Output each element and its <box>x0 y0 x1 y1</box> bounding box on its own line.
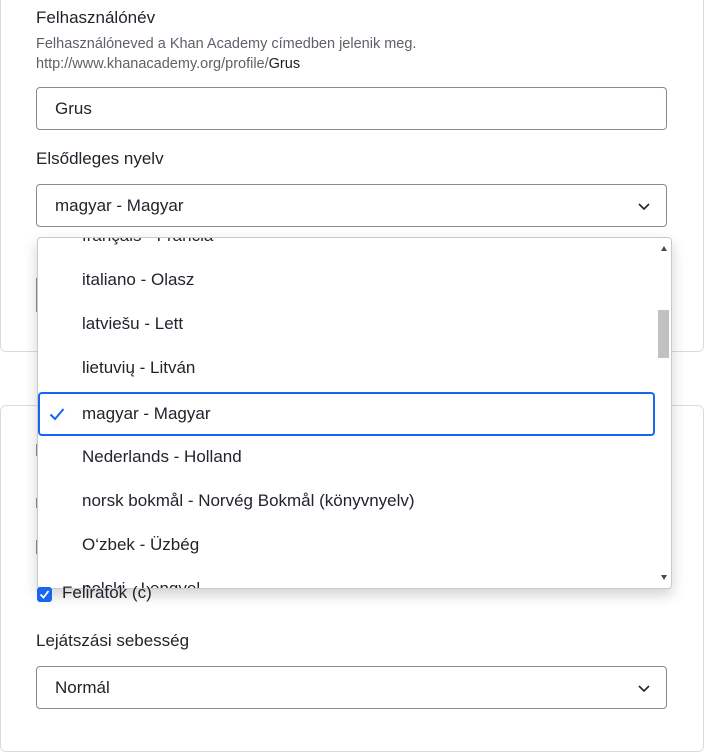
username-hint-text: Felhasználóneved a Khan Academy címedben… <box>36 36 417 52</box>
scroll-down-arrow-icon[interactable] <box>661 575 667 580</box>
language-option[interactable]: lietuvių - Litván <box>38 346 655 390</box>
username-input[interactable]: Grus <box>36 87 667 130</box>
language-dropdown-list[interactable]: français - Francia italiano - Olasz latv… <box>37 237 672 589</box>
language-option[interactable]: norsk bokmål - Norvég Bokmål (könyvnyelv… <box>38 479 655 523</box>
language-label: Elsődleges nyelv <box>36 149 164 168</box>
profile-url-prefix: http://www.khanacademy.org/profile/ <box>36 56 269 72</box>
language-select-value: magyar - Magyar <box>55 196 184 215</box>
scrollbar-thumb[interactable] <box>658 310 669 358</box>
language-option[interactable]: Nederlands - Holland <box>38 435 655 479</box>
captions-checkbox[interactable] <box>37 587 52 602</box>
dropdown-scrollbar[interactable] <box>655 238 671 588</box>
playback-speed-value: Normál <box>55 678 110 697</box>
scroll-up-arrow-icon[interactable] <box>661 246 667 251</box>
checkmark-icon <box>49 408 65 421</box>
captions-label: Feliratok (c) <box>62 583 152 602</box>
language-select[interactable]: magyar - Magyar <box>36 184 667 227</box>
language-option[interactable]: latviešu - Lett <box>38 302 655 346</box>
profile-url-name: Grus <box>268 56 301 72</box>
checkmark-icon <box>39 590 50 599</box>
username-hint: Felhasználóneved a Khan Academy címedben… <box>36 34 416 74</box>
language-option[interactable]: italiano - Olasz <box>38 258 655 302</box>
language-option-label: magyar - Magyar <box>82 404 211 423</box>
playback-speed-label: Lejátszási sebesség <box>36 631 190 650</box>
chevron-down-icon <box>638 203 650 211</box>
language-option-selected[interactable]: magyar - Magyar <box>38 392 655 436</box>
language-option[interactable]: O‘zbek - Üzbég <box>38 523 655 567</box>
chevron-down-icon <box>638 685 650 693</box>
username-label: Felhasználónév <box>36 8 156 27</box>
language-option[interactable]: français - Francia <box>38 238 655 258</box>
playback-speed-select[interactable]: Normál <box>36 666 667 709</box>
